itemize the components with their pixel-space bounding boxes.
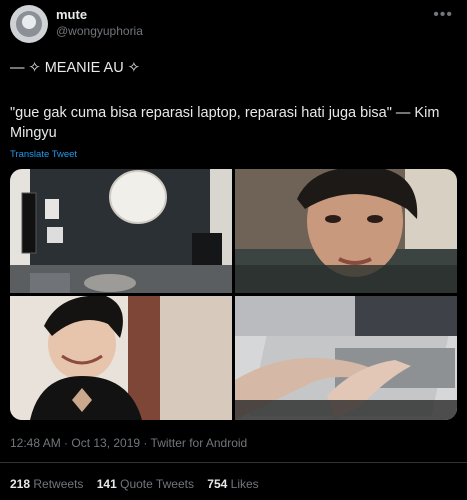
laptop-typing-photo[interactable] — [235, 296, 457, 420]
selfie-photo[interactable] — [235, 169, 457, 293]
tweet-title-line: — ✧ MEANIE AU ✧ — [10, 60, 140, 76]
display-name[interactable]: mute — [56, 7, 87, 22]
quote-tweets-label: Quote Tweets — [120, 477, 194, 491]
likes-stat[interactable]: 754 Likes — [207, 477, 258, 491]
retweets-label: Retweets — [33, 477, 84, 491]
more-options-icon[interactable]: ••• — [433, 6, 453, 24]
likes-label: Likes — [230, 477, 259, 491]
tweet-stats: 218 Retweets 141 Quote Tweets 754 Likes — [10, 477, 259, 491]
room-photo[interactable] — [10, 169, 232, 293]
retweets-stat[interactable]: 218 Retweets — [10, 477, 83, 491]
tweet-quote-text: "gue gak cuma bisa reparasi laptop, repa… — [10, 105, 440, 141]
smiling-person-photo[interactable] — [10, 296, 232, 420]
quote-tweets-count: 141 — [96, 477, 117, 491]
tweet-timestamp[interactable]: 12:48 AM · Oct 13, 2019 · Twitter for An… — [10, 436, 247, 450]
translate-tweet-link[interactable]: Translate Tweet — [10, 149, 77, 160]
likes-count: 754 — [207, 477, 228, 491]
quote-tweets-stat[interactable]: 141 Quote Tweets — [97, 477, 194, 491]
tweet-media-grid — [10, 169, 457, 420]
avatar[interactable] — [10, 5, 48, 43]
avatar-highlight — [22, 15, 36, 29]
user-handle[interactable]: @wongyuphoria — [56, 24, 143, 38]
retweets-count: 218 — [10, 477, 31, 491]
divider — [0, 462, 467, 463]
